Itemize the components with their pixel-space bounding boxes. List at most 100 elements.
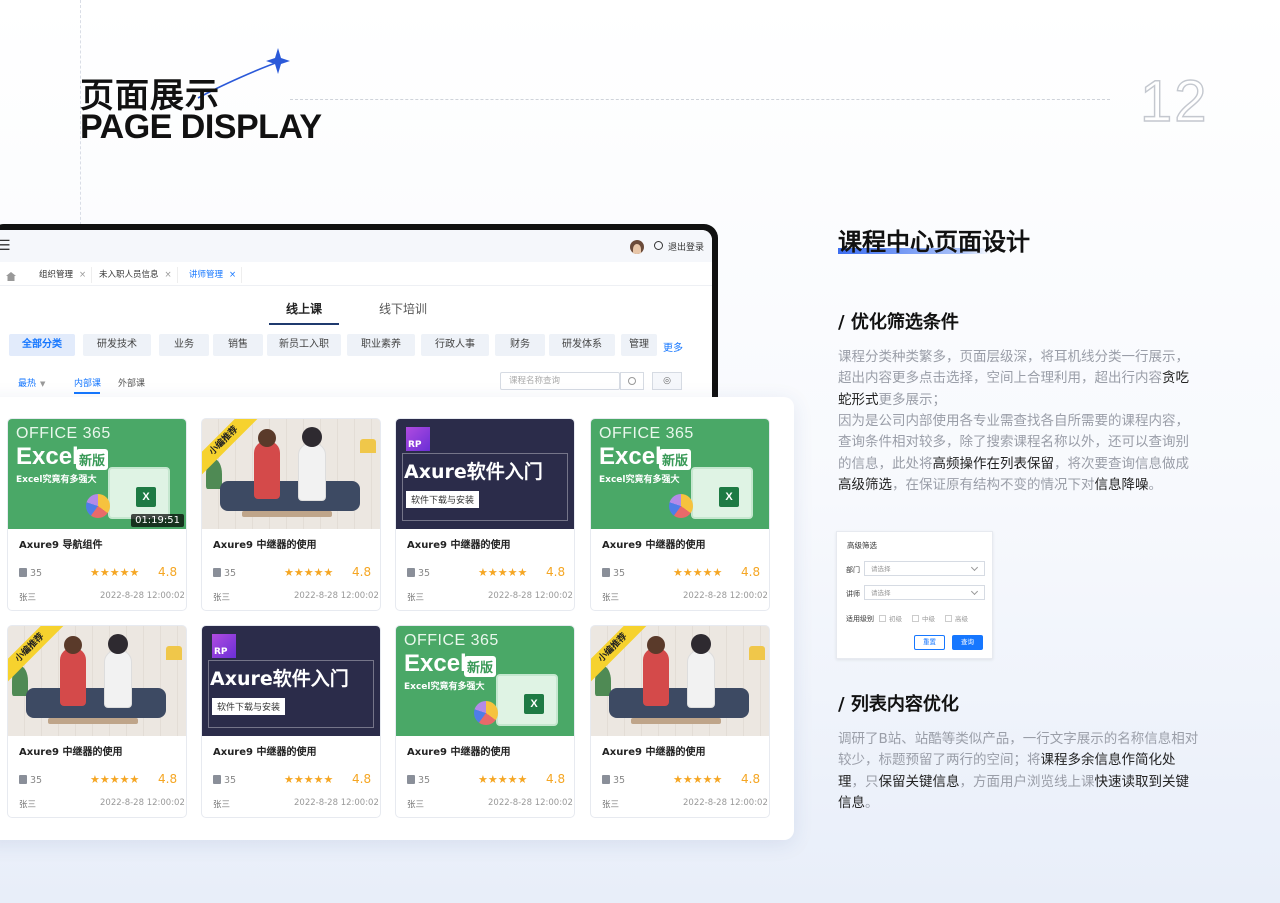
advanced-filter-button[interactable]: ◎: [652, 372, 682, 390]
pie-chart-icon: [474, 701, 498, 725]
highlight-text: 保留关键信息: [878, 773, 960, 790]
course-card[interactable]: OFFICE 365 Excel 新版 Excel究竟有多强大 X 01:19:…: [7, 418, 187, 611]
publish-date: 2022-8-28 12:00:02: [683, 591, 768, 601]
author-name: 张三: [19, 593, 37, 603]
book-icon: [407, 568, 415, 577]
author-name: 张三: [213, 593, 231, 603]
rating-value: 4.8: [741, 565, 761, 579]
category-chip[interactable]: 业务: [159, 334, 209, 356]
course-count: 35: [213, 775, 236, 786]
dept-select[interactable]: 请选择: [864, 561, 985, 576]
tab-internal[interactable]: 内部课: [74, 376, 101, 389]
close-icon[interactable]: ×: [165, 270, 172, 280]
person-illustration: [687, 650, 715, 708]
home-icon[interactable]: [6, 272, 16, 281]
more-categories-link[interactable]: 更多: [663, 339, 683, 354]
dept-label: 部门: [846, 566, 860, 574]
query-button[interactable]: 查询: [952, 635, 983, 650]
highlight-text: 高频操作在列表保留: [932, 455, 1055, 472]
course-count: 35: [602, 775, 625, 786]
category-chip[interactable]: 全部分类: [9, 334, 75, 356]
course-card[interactable]: RP Axure软件入门 软件下载与安装 Axure9 中继器的使用 35 ★★…: [395, 418, 575, 611]
sec1-paragraph-2: 因为是公司内部使用各专业需查找各自所需要的课程内容，查询条件相对较多，除了搜索课…: [838, 411, 1200, 496]
count-value: 35: [224, 568, 237, 579]
count-value: 35: [613, 775, 626, 786]
tab-org-manage[interactable]: 组织管理 ×: [34, 267, 93, 283]
tab-offline[interactable]: 线下培训: [379, 300, 427, 317]
category-chip[interactable]: 研发体系: [549, 334, 615, 356]
star-rating-icon: ★★★★★: [673, 773, 723, 786]
thumb-badge: 新版: [659, 449, 692, 470]
course-card[interactable]: OFFICE 365 Excel 新版 Excel究竟有多强大 X Axure9…: [395, 625, 575, 818]
sec1-title: / 优化筛选条件: [838, 312, 959, 333]
highlight-text: 信息降噪: [1094, 476, 1149, 493]
star-rating-icon: ★★★★★: [478, 566, 528, 579]
star-rating-icon: ★★★★★: [90, 773, 140, 786]
category-chip[interactable]: 行政人事: [421, 334, 489, 356]
logout-button[interactable]: 退出登录: [668, 240, 704, 253]
tab-lecturer-manage[interactable]: 讲师管理 ×: [184, 267, 243, 283]
reset-button[interactable]: 重置: [914, 635, 945, 650]
menu-icon[interactable]: ☰: [0, 238, 11, 254]
close-icon[interactable]: ×: [79, 270, 86, 280]
count-value: 35: [613, 568, 626, 579]
count-value: 35: [224, 775, 237, 786]
category-chip[interactable]: 财务: [495, 334, 545, 356]
course-card[interactable]: 小编推荐 Axure9 中继器的使用 35 ★★★★★ 4.8 张三 2022-…: [201, 418, 381, 611]
checkbox-icon: [879, 615, 886, 622]
course-title[interactable]: Axure9 中继器的使用: [213, 536, 316, 551]
teacher-select[interactable]: 请选择: [864, 585, 985, 600]
course-card[interactable]: OFFICE 365 Excel 新版 Excel究竟有多强大 X Axure9…: [590, 418, 770, 611]
count-value: 35: [30, 775, 43, 786]
course-card[interactable]: 小编推荐 Axure9 中继器的使用 35 ★★★★★ 4.8 张三 2022-…: [590, 625, 770, 818]
course-title[interactable]: Axure9 中继器的使用: [407, 536, 510, 551]
book-icon: [602, 775, 610, 784]
sort-label: 最热: [18, 379, 37, 389]
category-chip[interactable]: 新员工入职: [267, 334, 341, 356]
course-title[interactable]: Axure9 中继器的使用: [19, 743, 122, 758]
search-button[interactable]: [620, 372, 644, 390]
category-chip[interactable]: 研发技术: [83, 334, 151, 356]
search-input[interactable]: 课程名称查询: [500, 372, 620, 390]
course-title[interactable]: Axure9 中继器的使用: [602, 743, 705, 758]
rating-value: 4.8: [741, 772, 761, 786]
level-checkbox[interactable]: 中级: [912, 613, 935, 623]
publish-date: 2022-8-28 12:00:02: [294, 798, 379, 808]
rating-value: 4.8: [352, 565, 372, 579]
star-rating-icon: ★★★★★: [284, 773, 334, 786]
course-title[interactable]: Axure9 中继器的使用: [602, 536, 705, 551]
category-chip[interactable]: 管理: [621, 334, 657, 356]
tab-pending-staff[interactable]: 未入职人员信息 ×: [94, 267, 178, 283]
author-name: 张三: [19, 800, 37, 810]
pie-chart-icon: [86, 494, 110, 518]
section-heading: 课程中心页面设计: [838, 228, 1030, 256]
highlight-text: 高级筛选: [838, 476, 892, 493]
close-icon[interactable]: ×: [229, 270, 236, 280]
teacher-label: 讲师: [846, 590, 860, 598]
sort-hot-dropdown[interactable]: 最热 ▼: [18, 376, 45, 389]
course-title[interactable]: Axure9 中继器的使用: [407, 743, 510, 758]
course-card[interactable]: 小编推荐 Axure9 中继器的使用 35 ★★★★★ 4.8 张三 2022-…: [7, 625, 187, 818]
avatar[interactable]: [630, 240, 644, 254]
tab-online[interactable]: 线上课: [286, 300, 322, 317]
course-thumbnail: OFFICE 365 Excel 新版 Excel究竟有多强大 X 01:19:…: [8, 419, 186, 529]
course-title[interactable]: Axure9 中继器的使用: [213, 743, 316, 758]
course-card[interactable]: RP Axure软件入门 软件下载与安装 Axure9 中继器的使用 35 ★★…: [201, 625, 381, 818]
table-illustration: [242, 511, 332, 517]
axure-logo-icon: RP: [406, 427, 430, 451]
category-chip[interactable]: 销售: [213, 334, 263, 356]
category-chip[interactable]: 职业素养: [347, 334, 415, 356]
level-checkbox[interactable]: 初级: [879, 613, 902, 623]
person-head: [258, 429, 276, 447]
person-head: [64, 636, 82, 654]
sec1-paragraph-1: 课程分类种类繁多，页面层级深，将耳机线分类一行展示，超出内容更多点击选择，空间上…: [838, 347, 1200, 411]
course-title[interactable]: Axure9 导航组件: [19, 536, 102, 551]
level-checkbox[interactable]: 高级: [945, 613, 968, 623]
app-screen: ☰ 退出登录 组织管理 × 未入职人员信息 × 讲师管理 × 线上课 线下培训 全部分…: [0, 230, 712, 416]
body-text: ，将次要查询信息做成: [1054, 455, 1189, 472]
tab-external[interactable]: 外部课: [118, 376, 145, 389]
video-duration: 01:19:51: [131, 514, 184, 527]
star-rating-icon: ★★★★★: [90, 566, 140, 579]
book-icon: [19, 775, 27, 784]
thumb-text: Axure软件入门: [210, 668, 349, 690]
